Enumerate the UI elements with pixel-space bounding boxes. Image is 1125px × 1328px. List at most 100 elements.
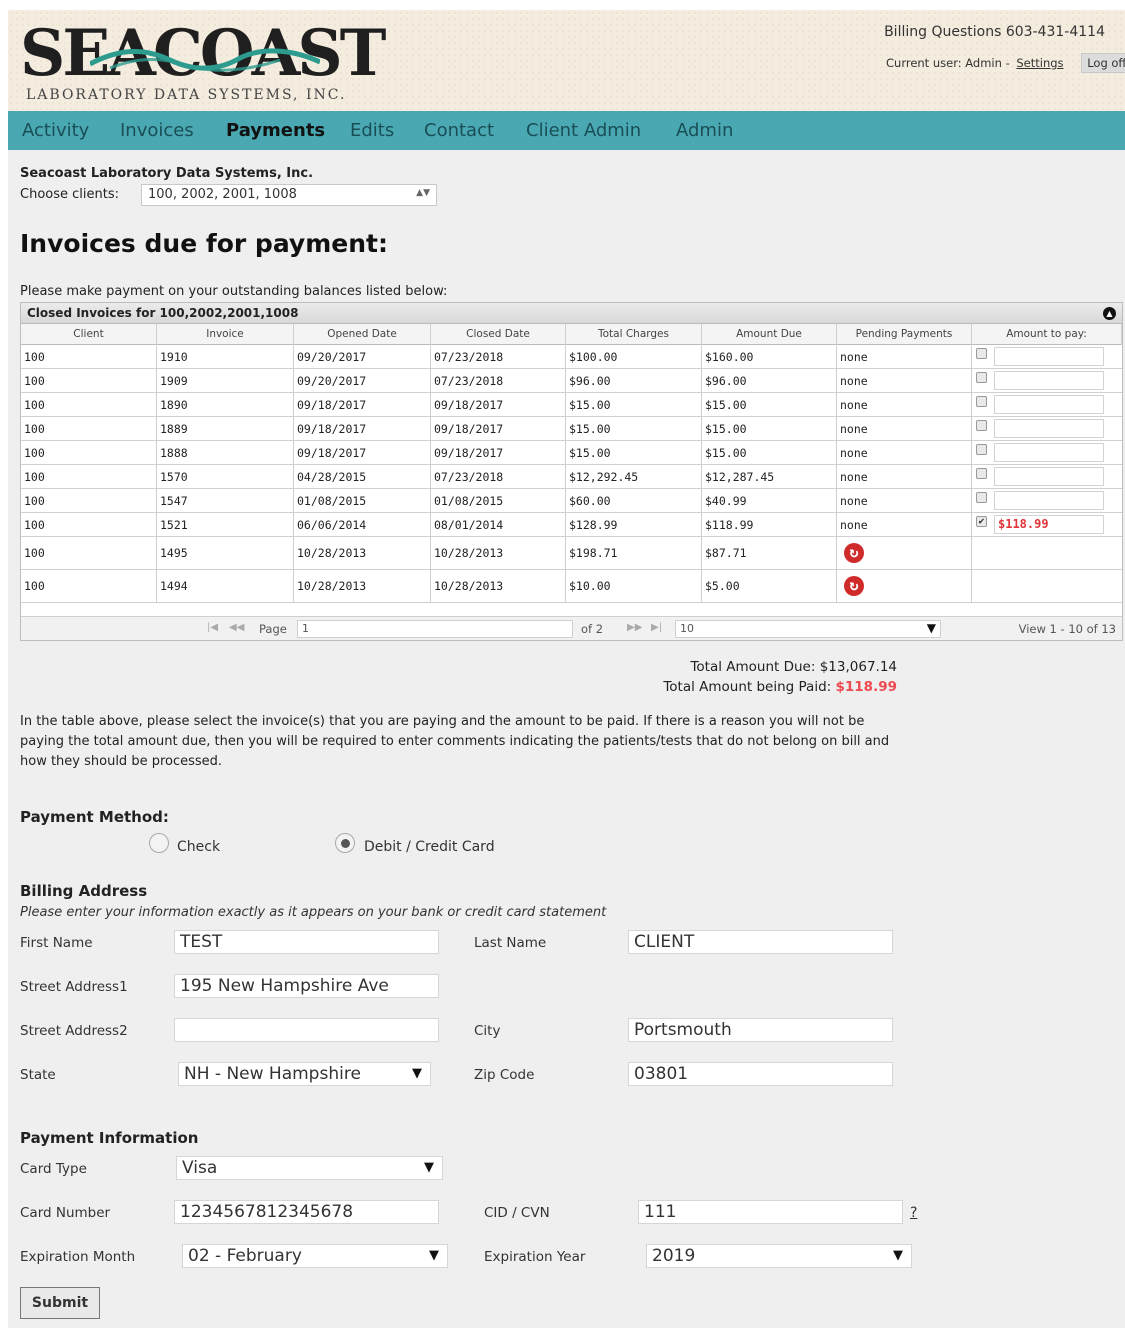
nav-edits[interactable]: Edits	[350, 120, 394, 141]
check-radio-label: Check	[177, 839, 221, 855]
rows-per-page-value: 10	[680, 622, 694, 635]
cell-total: $15.00	[566, 393, 702, 416]
cell-closed: 07/23/2018	[431, 345, 566, 368]
exp-month-select[interactable]: 02 - February ▼	[182, 1244, 448, 1268]
nav-admin[interactable]: Admin	[676, 120, 733, 141]
card-radio-label: Debit / Credit Card	[364, 839, 495, 855]
cell-due: $15.00	[702, 393, 837, 416]
cvn-help-link[interactable]: ?	[910, 1205, 917, 1221]
street2-input[interactable]	[174, 1018, 439, 1042]
first-name-input[interactable]: TEST	[174, 930, 439, 954]
cell-opened: 09/20/2017	[294, 369, 431, 392]
cell-opened: 09/18/2017	[294, 393, 431, 416]
column-header[interactable]: Closed Date	[431, 324, 566, 345]
cell-closed: 09/18/2017	[431, 393, 566, 416]
cell-client: 100	[21, 537, 157, 569]
pay-checkbox[interactable]	[976, 420, 987, 431]
amount-to-pay-input[interactable]	[994, 467, 1104, 486]
amount-to-pay-input[interactable]	[994, 419, 1104, 438]
street1-input[interactable]: 195 New Hampshire Ave	[174, 974, 439, 998]
column-header[interactable]: Pending Payments	[837, 324, 972, 345]
table-row[interactable]: 100 1888 09/18/2017 09/18/2017 $15.00 $15.00 n…	[21, 441, 1122, 465]
table-row[interactable]: 100 1495 10/28/2013 10/28/2013 $198.71 $87.71…	[21, 537, 1122, 570]
table-row[interactable]: 100 1910 09/20/2017 07/23/2018 $100.00 $160.0…	[21, 345, 1122, 369]
pay-checkbox[interactable]: ✔	[976, 516, 987, 527]
amount-to-pay-input[interactable]: $118.99	[994, 515, 1104, 534]
cell-pending: ↻	[837, 537, 972, 569]
pay-checkbox[interactable]	[976, 468, 987, 479]
settings-link[interactable]: Settings	[1016, 56, 1063, 70]
cell-amount-to-pay	[972, 441, 1122, 464]
cell-amount-to-pay	[972, 465, 1122, 488]
cell-client: 100	[21, 441, 157, 464]
prev-page-icon[interactable]: ◀◀	[229, 622, 244, 633]
table-row[interactable]: 100 1547 01/08/2015 01/08/2015 $60.00 $40.99 n…	[21, 489, 1122, 513]
logo[interactable]: SEACOAST LABORATORY DATA SYSTEMS, INC.	[20, 18, 386, 108]
column-header[interactable]: Client	[21, 324, 157, 345]
table-row[interactable]: 100 1889 09/18/2017 09/18/2017 $15.00 $15.00 n…	[21, 417, 1122, 441]
cell-client: 100	[21, 489, 157, 512]
column-header[interactable]: Total Charges	[566, 324, 702, 345]
logoff-button[interactable]: Log off	[1081, 53, 1125, 73]
card-type-select[interactable]: Visa ▼	[176, 1156, 443, 1180]
cell-pending: none	[837, 393, 972, 416]
exp-year-select[interactable]: 2019 ▼	[646, 1244, 912, 1268]
amount-to-pay-input[interactable]	[994, 395, 1104, 414]
next-page-icon[interactable]: ▶▶	[627, 622, 642, 633]
column-header[interactable]: Opened Date	[294, 324, 431, 345]
card-number-input[interactable]: 1234567812345678	[174, 1200, 439, 1224]
amount-to-pay-input[interactable]	[994, 443, 1104, 462]
cell-total: $60.00	[566, 489, 702, 512]
table-row[interactable]: 100 1909 09/20/2017 07/23/2018 $96.00 $96.00 n…	[21, 369, 1122, 393]
card-radio[interactable]	[335, 833, 355, 853]
amount-to-pay-input[interactable]	[994, 371, 1104, 390]
amount-to-pay-input[interactable]	[994, 491, 1104, 510]
cell-invoice: 1570	[157, 465, 294, 488]
cell-pending: none	[837, 345, 972, 368]
page-input[interactable]: 1	[297, 620, 573, 638]
nav-contact[interactable]: Contact	[424, 120, 494, 141]
check-radio[interactable]	[149, 833, 169, 853]
submit-button[interactable]: Submit	[20, 1287, 100, 1319]
last-page-icon[interactable]: ▶|	[651, 622, 662, 633]
client-select-value: 100, 2002, 2001, 1008	[148, 187, 297, 202]
nav-payments[interactable]: Payments	[226, 120, 325, 141]
amount-to-pay-input[interactable]	[994, 347, 1104, 366]
table-row[interactable]: 100 1494 10/28/2013 10/28/2013 $10.00 $5.00 ↻	[21, 570, 1122, 603]
cell-amount-to-pay	[972, 537, 1122, 569]
pay-checkbox[interactable]	[976, 348, 987, 359]
city-input[interactable]: Portsmouth	[628, 1018, 893, 1042]
pay-checkbox[interactable]	[976, 396, 987, 407]
nav-activity[interactable]: Activity	[22, 120, 89, 141]
table-row[interactable]: 100 1570 04/28/2015 07/23/2018 $12,292.45 $12…	[21, 465, 1122, 489]
nav-invoices[interactable]: Invoices	[120, 120, 194, 141]
city-label: City	[474, 1023, 501, 1039]
table-row[interactable]: 100 1521 06/06/2014 08/01/2014 $128.99 $118.9…	[21, 513, 1122, 537]
total-paid: Total Amount being Paid: $118.99	[663, 679, 897, 695]
cell-due: $15.00	[702, 417, 837, 440]
exp-month-value: 02 - February	[188, 1246, 302, 1266]
last-name-input[interactable]: CLIENT	[628, 930, 893, 954]
column-header[interactable]: Invoice	[157, 324, 294, 345]
exp-year-label: Expiration Year	[484, 1249, 586, 1265]
pay-checkbox[interactable]	[976, 372, 987, 383]
pay-checkbox[interactable]	[976, 444, 987, 455]
nav-client-admin[interactable]: Client Admin	[526, 120, 641, 141]
refresh-icon[interactable]: ↻	[844, 543, 864, 563]
chevron-down-icon: ▼	[424, 1160, 434, 1175]
client-select[interactable]: 100, 2002, 2001, 1008 ▲▼	[141, 184, 437, 206]
current-user-text: Current user: Admin -	[886, 56, 1010, 70]
refresh-icon[interactable]: ↻	[844, 576, 864, 596]
pay-checkbox[interactable]	[976, 492, 987, 503]
page-title: Invoices due for payment:	[20, 229, 388, 258]
collapse-icon[interactable]: ▲	[1103, 307, 1116, 320]
current-user: Current user: Admin - Settings Log off	[886, 53, 1125, 73]
cvn-input[interactable]: 111	[638, 1200, 903, 1224]
column-header[interactable]: Amount Due	[702, 324, 837, 345]
state-select[interactable]: NH - New Hampshire ▼	[178, 1062, 431, 1086]
rows-per-page-select[interactable]: 10 ▼	[675, 620, 941, 638]
table-row[interactable]: 100 1890 09/18/2017 09/18/2017 $15.00 $15.00 n…	[21, 393, 1122, 417]
first-page-icon[interactable]: |◀	[207, 622, 218, 633]
zip-input[interactable]: 03801	[628, 1062, 893, 1086]
column-header[interactable]: Amount to pay:	[972, 324, 1122, 345]
